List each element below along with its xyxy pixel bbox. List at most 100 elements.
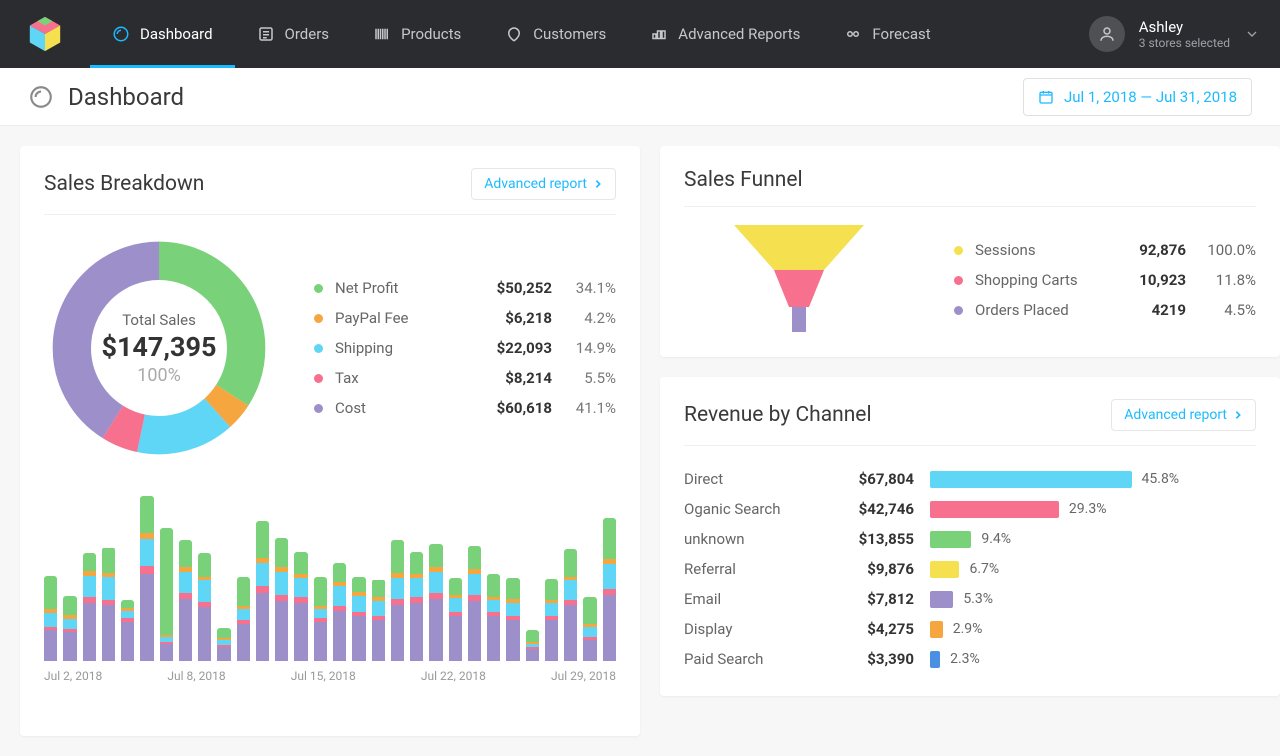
channel-amount: $9,876 bbox=[834, 560, 914, 578]
avatar bbox=[1089, 16, 1125, 52]
breakdown-name: Tax bbox=[335, 369, 462, 387]
channel-pct: 5.3% bbox=[963, 591, 993, 607]
bar bbox=[102, 547, 115, 661]
funnel-visual bbox=[684, 225, 914, 335]
bar bbox=[140, 496, 153, 661]
bar bbox=[352, 577, 365, 661]
bar bbox=[294, 552, 307, 661]
advanced-report-label: Advanced report bbox=[484, 176, 587, 192]
channel-pct: 9.4% bbox=[981, 531, 1011, 547]
bar bbox=[487, 574, 500, 661]
legend-dot bbox=[314, 314, 323, 323]
breakdown-amount: $6,218 bbox=[462, 309, 552, 327]
user-icon bbox=[1098, 25, 1116, 43]
bar bbox=[429, 544, 442, 661]
bar bbox=[237, 577, 250, 661]
nav-label: Forecast bbox=[872, 25, 930, 43]
channel-row: Oganic Search$42,74629.3% bbox=[684, 494, 1256, 524]
bar bbox=[160, 528, 173, 661]
bar bbox=[506, 578, 519, 661]
logo[interactable] bbox=[0, 0, 90, 68]
bar bbox=[564, 549, 577, 661]
channel-row: Direct$67,80445.8% bbox=[684, 464, 1256, 494]
total-sales-pct: 100% bbox=[137, 365, 181, 386]
forecast-icon bbox=[844, 25, 862, 43]
channel-bar bbox=[930, 531, 971, 548]
advanced-report-button[interactable]: Advanced report bbox=[1111, 399, 1256, 431]
user-menu[interactable]: Ashley 3 stores selected bbox=[1069, 0, 1280, 68]
bar bbox=[83, 553, 96, 661]
breakdown-amount: $22,093 bbox=[462, 339, 552, 357]
channel-bar bbox=[930, 561, 959, 578]
calendar-icon bbox=[1038, 89, 1054, 105]
channel-table: Direct$67,80445.8%Oganic Search$42,74629… bbox=[684, 464, 1256, 674]
funnel-step-pct: 11.8% bbox=[1186, 271, 1256, 289]
channel-row: Email$7,8125.3% bbox=[684, 584, 1256, 614]
channel-row: Paid Search$3,3902.3% bbox=[684, 644, 1256, 674]
bar bbox=[63, 596, 76, 661]
breakdown-pct: 14.9% bbox=[552, 339, 616, 357]
bar bbox=[583, 597, 596, 661]
channel-amount: $7,812 bbox=[834, 590, 914, 608]
funnel-step-name: Orders Placed bbox=[975, 301, 1106, 319]
nav-forecast[interactable]: Forecast bbox=[822, 0, 952, 68]
bar bbox=[217, 628, 230, 661]
breakdown-row: PayPal Fee$6,2184.2% bbox=[314, 303, 616, 333]
bar bbox=[275, 538, 288, 661]
total-sales-label: Total Sales bbox=[122, 311, 196, 329]
bar bbox=[468, 546, 481, 662]
funnel-step-pct: 100.0% bbox=[1186, 241, 1256, 259]
channel-amount: $3,390 bbox=[834, 650, 914, 668]
bar bbox=[314, 577, 327, 661]
bar bbox=[410, 552, 423, 661]
funnel-step-pct: 4.5% bbox=[1186, 301, 1256, 319]
breakdown-row: Net Profit$50,25234.1% bbox=[314, 273, 616, 303]
breakdown-row: Cost$60,61841.1% bbox=[314, 393, 616, 423]
date-range-button[interactable]: Jul 1, 2018 — Jul 31, 2018 bbox=[1023, 78, 1252, 116]
channel-amount: $13,855 bbox=[834, 530, 914, 548]
sales-donut-chart: Total Sales $147,395 100% bbox=[44, 233, 274, 463]
sales-funnel-title: Sales Funnel bbox=[684, 168, 803, 192]
nav-label: Orders bbox=[285, 25, 330, 43]
breakdown-pct: 41.1% bbox=[552, 399, 616, 417]
dashboard-icon bbox=[28, 84, 54, 110]
funnel-step-value: 4219 bbox=[1106, 301, 1186, 319]
x-tick: Jul 22, 2018 bbox=[421, 669, 486, 683]
content-grid: Sales Breakdown Advanced report Total Sa… bbox=[0, 126, 1280, 756]
page-header: Dashboard Jul 1, 2018 — Jul 31, 2018 bbox=[0, 68, 1280, 126]
channel-row: Display$4,2752.9% bbox=[684, 614, 1256, 644]
sales-funnel-card: Sales Funnel Sessions92,876100.0% Shoppin… bbox=[660, 146, 1280, 357]
breakdown-amount: $60,618 bbox=[462, 399, 552, 417]
channel-name: Referral bbox=[684, 560, 834, 578]
nav-customers[interactable]: Customers bbox=[483, 0, 628, 68]
funnel-step-name: Shopping Carts bbox=[975, 271, 1106, 289]
bar bbox=[179, 540, 192, 661]
user-subtitle: 3 stores selected bbox=[1139, 36, 1230, 50]
x-tick: Jul 15, 2018 bbox=[291, 669, 356, 683]
sales-breakdown-card: Sales Breakdown Advanced report Total Sa… bbox=[20, 146, 640, 736]
chevron-down-icon bbox=[1244, 26, 1260, 42]
funnel-row: Sessions92,876100.0% bbox=[954, 235, 1256, 265]
nav-products[interactable]: Products bbox=[351, 0, 483, 68]
channel-name: Display bbox=[684, 620, 834, 638]
nav-advanced[interactable]: Advanced Reports bbox=[628, 0, 822, 68]
breakdown-amount: $50,252 bbox=[462, 279, 552, 297]
nav-label: Advanced Reports bbox=[678, 25, 800, 43]
channel-bar bbox=[930, 471, 1132, 488]
channel-pct: 2.9% bbox=[953, 621, 983, 637]
nav-orders[interactable]: Orders bbox=[235, 0, 352, 68]
sales-breakdown-title: Sales Breakdown bbox=[44, 172, 204, 196]
funnel-row: Orders Placed42194.5% bbox=[954, 295, 1256, 325]
bar bbox=[526, 630, 539, 661]
chevron-right-icon bbox=[593, 179, 603, 189]
cube-icon bbox=[26, 15, 64, 53]
user-name: Ashley bbox=[1139, 18, 1230, 36]
channel-pct: 6.7% bbox=[969, 561, 999, 577]
x-tick: Jul 8, 2018 bbox=[167, 669, 225, 683]
advanced-report-label: Advanced report bbox=[1124, 407, 1227, 423]
nav-dashboard[interactable]: Dashboard bbox=[90, 0, 235, 68]
sales-bar-chart: Jul 2, 2018Jul 8, 2018Jul 15, 2018Jul 22… bbox=[44, 493, 616, 683]
bar bbox=[449, 578, 462, 661]
advanced-report-button[interactable]: Advanced report bbox=[471, 168, 616, 200]
bar bbox=[256, 521, 269, 661]
